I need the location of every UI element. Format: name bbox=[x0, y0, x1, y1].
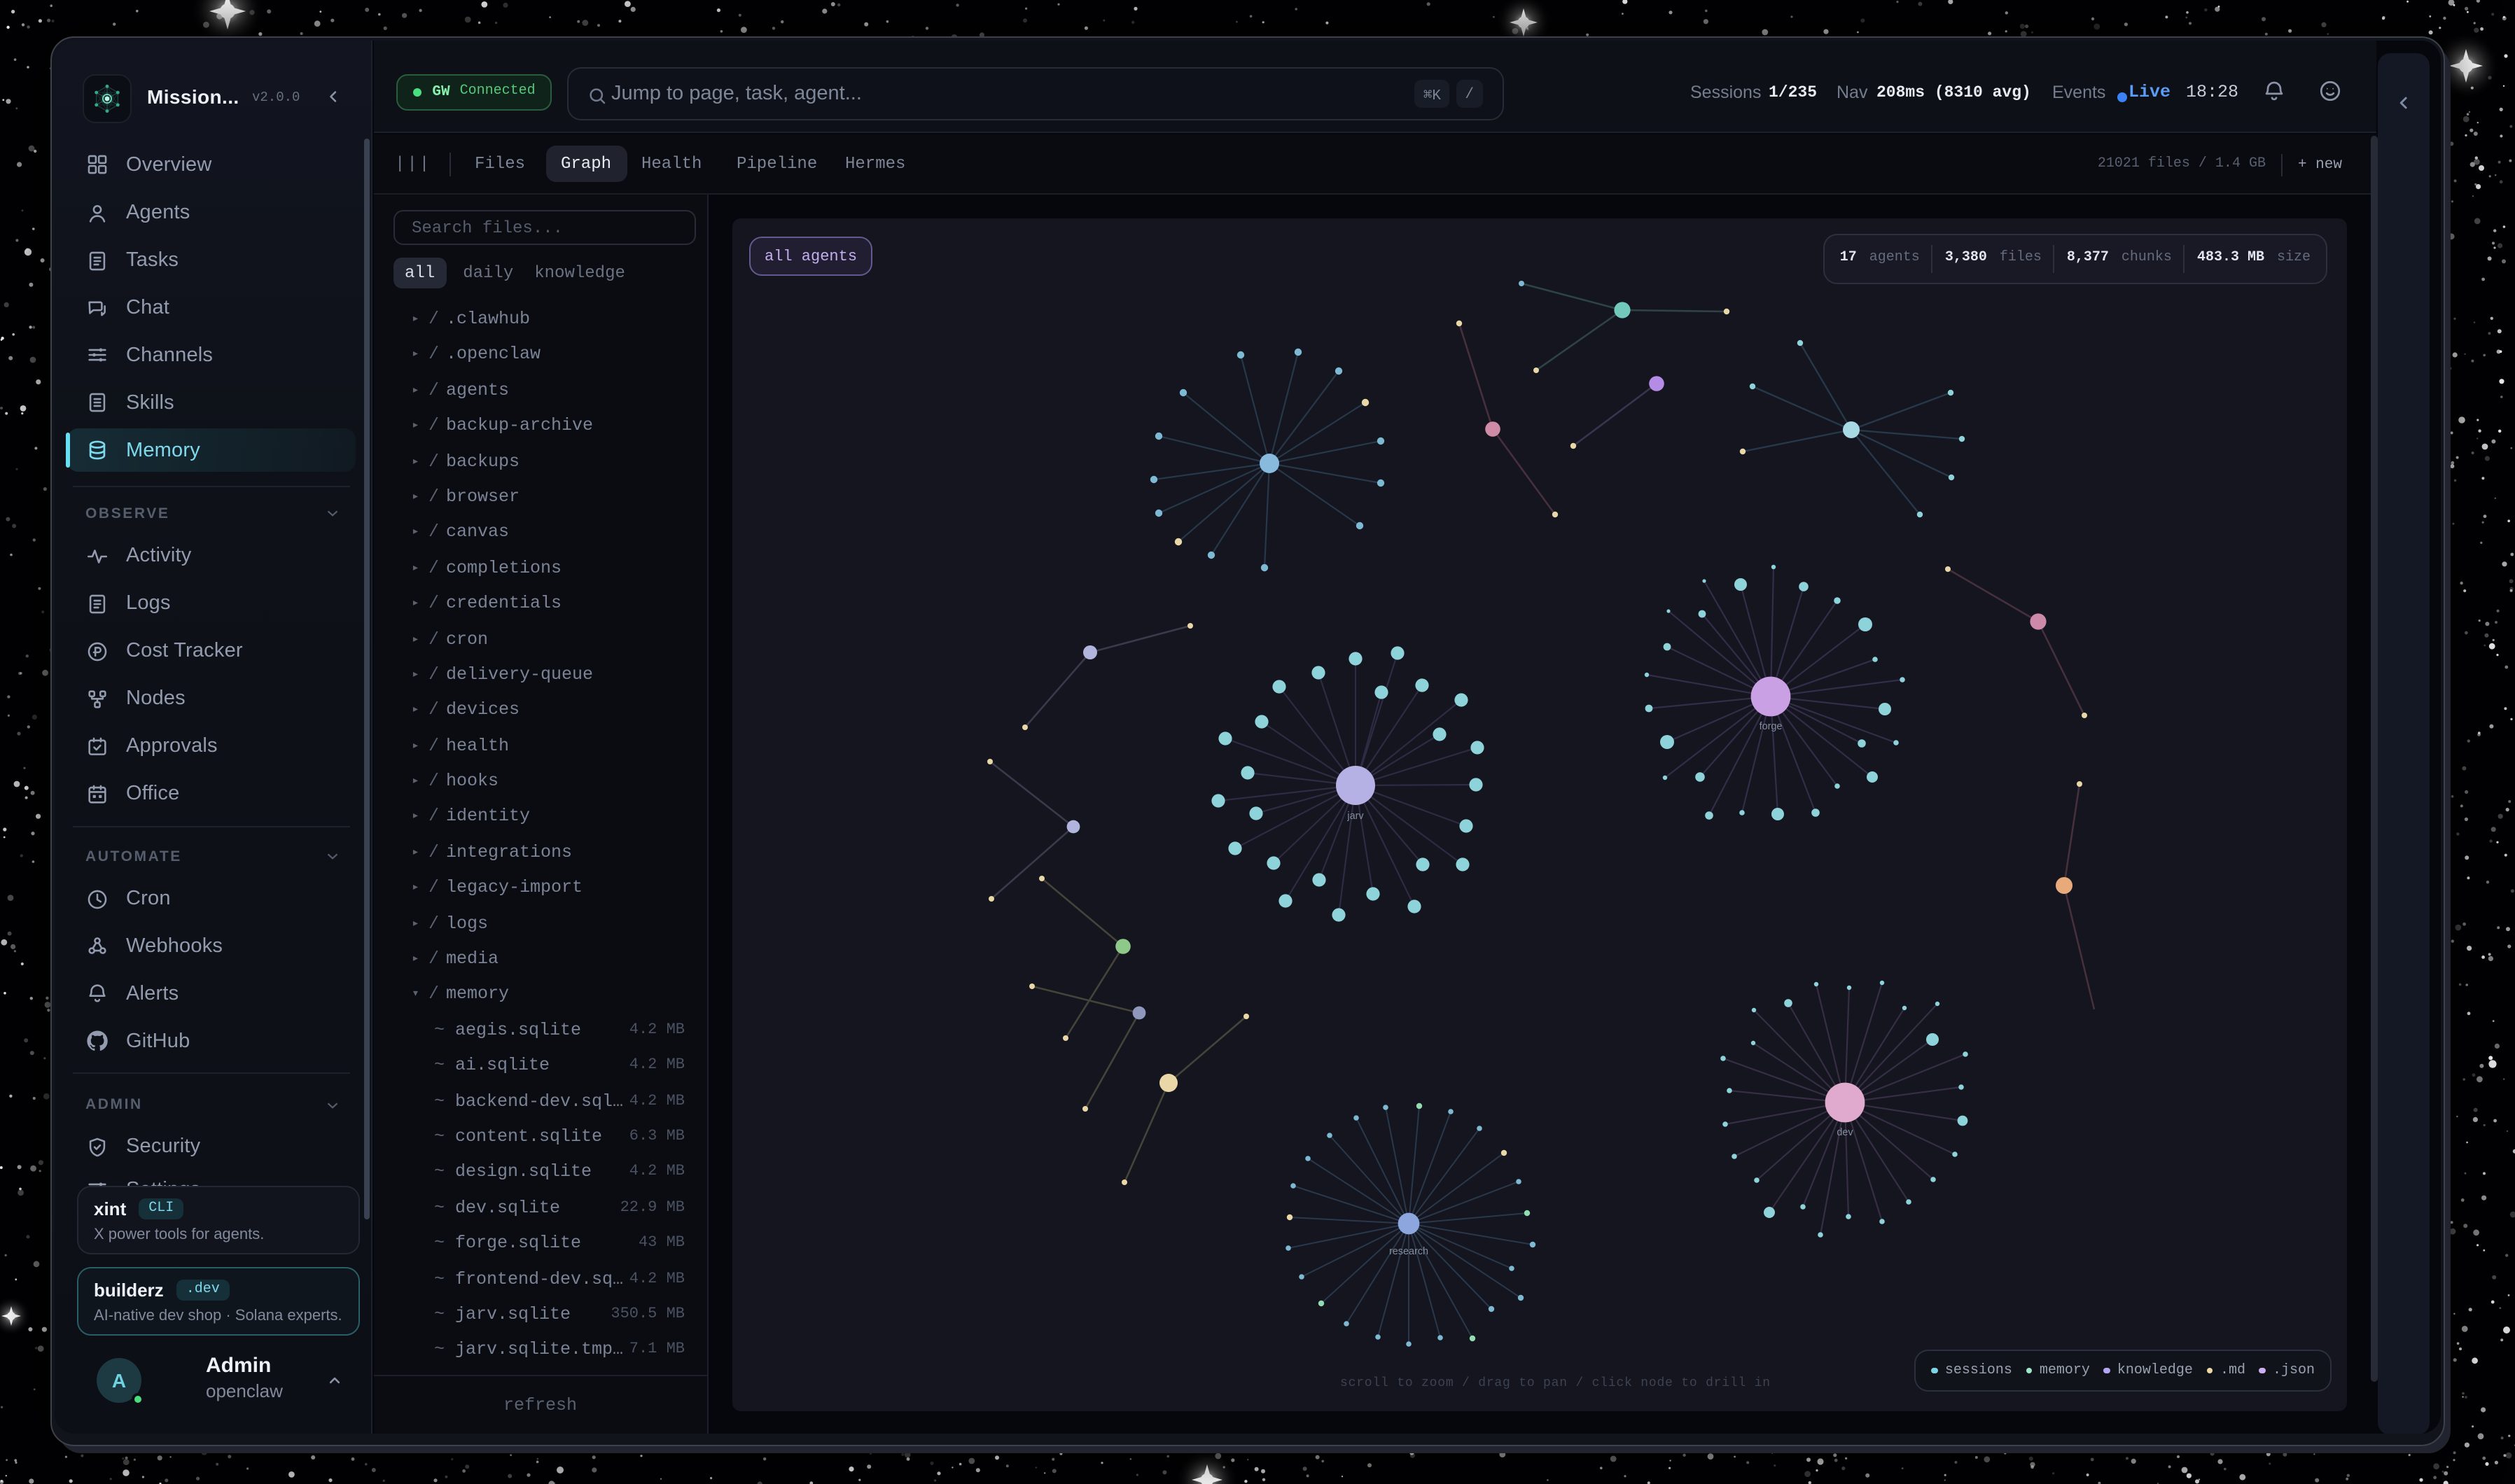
svg-text:jarv: jarv bbox=[1346, 811, 1363, 822]
svg-text:forge: forge bbox=[1759, 721, 1782, 732]
svg-text:dev: dev bbox=[1836, 1127, 1853, 1138]
svg-text:research: research bbox=[1388, 1246, 1428, 1257]
